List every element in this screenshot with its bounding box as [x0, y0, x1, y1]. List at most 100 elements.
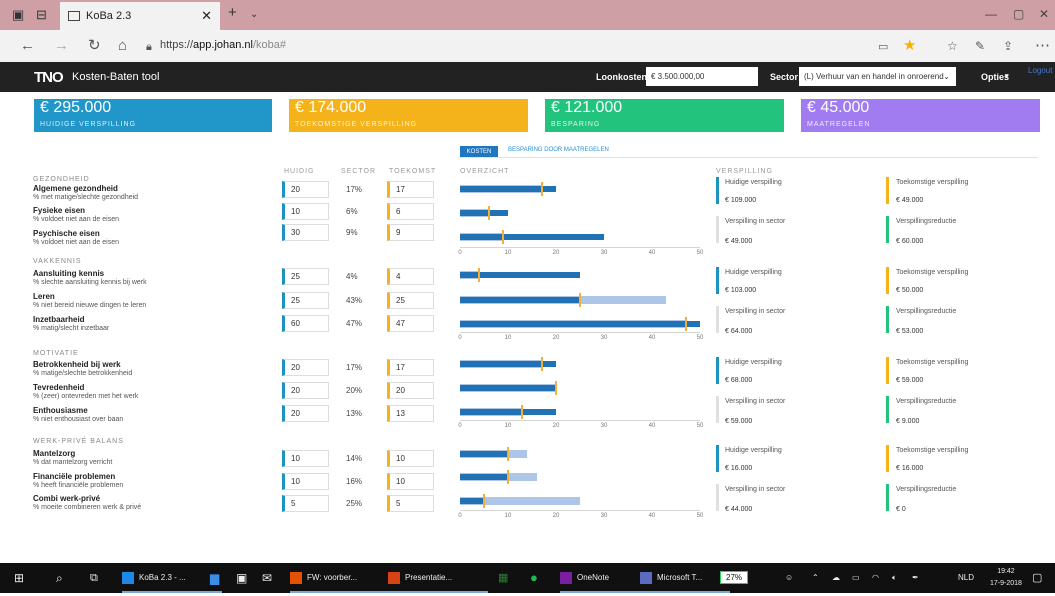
battery-indicator[interactable]: 27%	[720, 563, 749, 593]
sector-value: 17%	[346, 185, 363, 194]
metric-description: % voldoet niet aan de eisen	[33, 239, 120, 246]
metric-description: % slechte aansluiting kennis bij werk	[33, 279, 147, 286]
huidig-input[interactable]: 5	[282, 495, 329, 512]
huidig-input[interactable]: 10	[282, 203, 329, 220]
col-overzicht: OVERZICHT	[460, 168, 510, 175]
pen-icon[interactable]: ✒	[912, 563, 919, 593]
windows-start-icon[interactable]: ⊞	[14, 563, 24, 593]
toekomst-input[interactable]: 20	[387, 382, 434, 399]
toekomst-input[interactable]: 6	[387, 203, 434, 220]
huidig-verspilling-value: € 109.000	[725, 197, 757, 204]
axis-tick-label: 50	[696, 335, 704, 341]
forward-icon[interactable]: →	[54, 38, 69, 54]
huidig-input[interactable]: 20	[282, 359, 329, 376]
metric-name: Psychische eisen	[33, 229, 100, 238]
axis-tick-label: 10	[504, 250, 512, 256]
logout-link[interactable]: Logout	[1028, 66, 1052, 75]
close-window-icon[interactable]: ✕	[1039, 7, 1049, 21]
kpi-card: € 45.000 MAATREGELEN	[801, 99, 1040, 132]
axis-tick-label: 0	[458, 423, 462, 429]
file-explorer-icon[interactable]: ▆	[210, 563, 219, 593]
loonkosten-input[interactable]: € 3.500.000,00	[646, 67, 758, 86]
taskbar-app[interactable]: Presentatie...	[388, 563, 488, 593]
favorites-hub-icon[interactable]: ☆	[947, 38, 958, 54]
toekomst-input[interactable]: 47	[387, 315, 434, 332]
chevron-down-icon[interactable]: ⌄	[250, 8, 258, 22]
url-field[interactable]: https://app.johan.nl/koba#	[160, 39, 286, 51]
reading-view-icon[interactable]: ▭	[878, 39, 888, 55]
back-icon[interactable]: ←	[20, 38, 35, 54]
app-header: TNO Kosten-Baten tool Loonkosten € 3.500…	[0, 62, 1055, 92]
taskbar-app[interactable]: OneNote	[560, 563, 640, 593]
close-tab-icon[interactable]: ✕	[201, 2, 212, 30]
notifications-icon[interactable]: ▢	[1032, 563, 1042, 593]
toekomst-marker	[483, 494, 485, 508]
toekomst-input[interactable]: 13	[387, 405, 434, 422]
verspillingsreductie-value: € 53.000	[896, 328, 924, 335]
battery-icon[interactable]: ▭	[852, 563, 860, 593]
axis-tick-label: 0	[458, 335, 462, 341]
tab-title: KoBa 2.3	[86, 10, 132, 22]
refresh-icon[interactable]: ↻	[88, 38, 101, 54]
task-view-icon[interactable]: ⧉	[90, 563, 98, 593]
excel-icon[interactable]: ▦	[498, 563, 508, 593]
notes-icon[interactable]: ✎	[975, 38, 985, 54]
sector-value: 16%	[346, 477, 363, 486]
section-title: GEZONDHEID	[33, 176, 90, 183]
tab-besparing[interactable]: BESPARING DOOR MAATREGELEN	[508, 147, 609, 153]
tab-actions-icon[interactable]: ▣	[12, 8, 24, 22]
verspillingsreductie-bar	[886, 216, 889, 243]
toekomst-input[interactable]: 9	[387, 224, 434, 241]
browser-tab[interactable]: KoBa 2.3 ✕	[60, 2, 220, 30]
toekomst-input[interactable]: 10	[387, 450, 434, 467]
huidig-input[interactable]: 25	[282, 268, 329, 285]
huidig-input[interactable]: 25	[282, 292, 329, 309]
sector-verspilling-value: € 64.000	[725, 328, 753, 335]
huidig-input[interactable]: 20	[282, 405, 329, 422]
set-aside-tabs-icon[interactable]: ⊟	[36, 8, 47, 22]
metric-description: % heeft financiële problemen	[33, 482, 124, 489]
huidig-input[interactable]: 20	[282, 181, 329, 198]
huidig-input[interactable]: 10	[282, 473, 329, 490]
minimize-icon[interactable]: —	[985, 7, 997, 21]
taskbar-app[interactable]: KoBa 2.3 - ...	[122, 563, 222, 593]
kpi-value: € 295.000	[40, 99, 112, 116]
volume-icon[interactable]: 🔈︎	[892, 563, 897, 593]
sector-verspilling-bar	[716, 216, 719, 243]
search-icon[interactable]: ⌕	[56, 563, 63, 593]
axis-tick-label: 50	[696, 250, 704, 256]
favorite-star-icon[interactable]: ★	[903, 38, 916, 54]
toekomst-input[interactable]: 4	[387, 268, 434, 285]
onedrive-icon[interactable]: ☁	[832, 563, 840, 593]
new-tab-icon[interactable]: +	[228, 5, 237, 20]
huidig-input[interactable]: 30	[282, 224, 329, 241]
toekomst-input[interactable]: 5	[387, 495, 434, 512]
page-icon	[68, 11, 80, 21]
taskbar-app[interactable]: Microsoft T...	[640, 563, 730, 593]
metric-name: Leren	[33, 292, 55, 301]
mail-icon[interactable]: ✉	[262, 563, 272, 593]
more-icon[interactable]: ⋯	[1035, 38, 1050, 54]
clock[interactable]: 19:42 17-9-2018	[990, 566, 1022, 596]
toekomst-input[interactable]: 17	[387, 181, 434, 198]
home-icon[interactable]: ⌂	[118, 38, 127, 54]
wifi-icon[interactable]: ◠	[872, 563, 879, 593]
tray-chevron-icon[interactable]: ⌃	[812, 563, 819, 593]
huidig-input[interactable]: 60	[282, 315, 329, 332]
sector-select[interactable]: (L) Verhuur van en handel in onroerend ⌄	[799, 67, 956, 86]
people-icon[interactable]: ☺	[785, 563, 793, 593]
store-icon[interactable]: ▣	[236, 563, 247, 593]
toekomst-input[interactable]: 17	[387, 359, 434, 376]
maximize-icon[interactable]: ▢	[1013, 7, 1024, 21]
toekomst-input[interactable]: 10	[387, 473, 434, 490]
share-icon[interactable]: ⇪	[1003, 38, 1013, 54]
toekomst-input[interactable]: 25	[387, 292, 434, 309]
browser-title-bar: ▣ ⊟ KoBa 2.3 ✕ + ⌄ — ▢ ✕	[0, 0, 1055, 30]
spotify-icon[interactable]: ●	[530, 563, 538, 593]
huidig-input[interactable]: 20	[282, 382, 329, 399]
language-indicator[interactable]: NLD	[958, 563, 974, 593]
taskbar-app[interactable]: FW: voorber...	[290, 563, 390, 593]
toekomst-marker	[487, 206, 490, 220]
tno-logo: TNO	[34, 69, 64, 86]
huidig-input[interactable]: 10	[282, 450, 329, 467]
